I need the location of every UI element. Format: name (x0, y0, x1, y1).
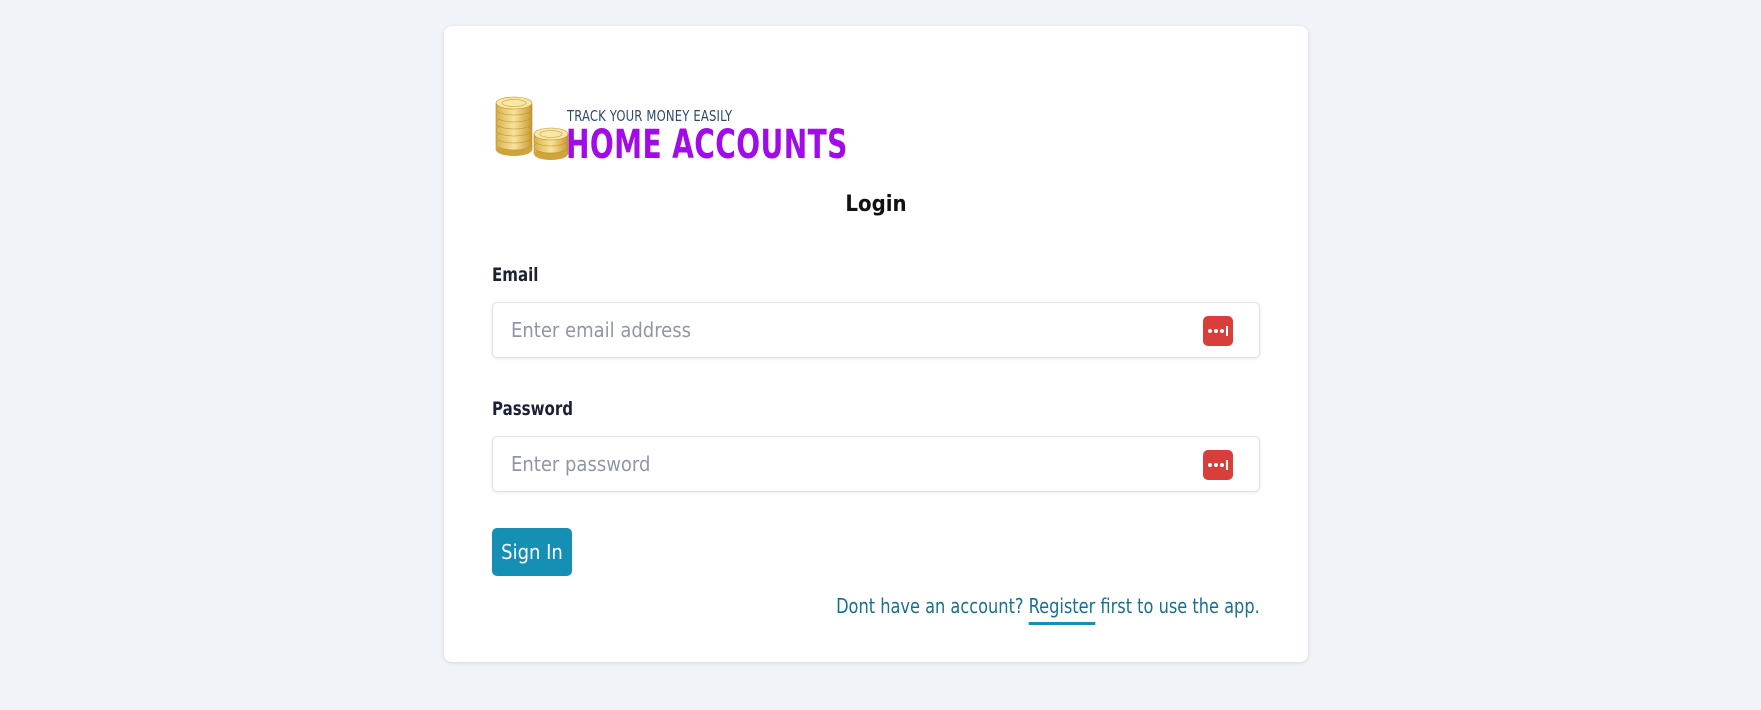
register-suffix-text: first to use the app. (1095, 594, 1260, 618)
register-link[interactable]: Register (1028, 594, 1096, 625)
password-manager-icon[interactable] (1203, 450, 1233, 480)
login-card: TRACK YOUR MONEY EASILY HOME ACCOUNTS Lo… (444, 26, 1308, 662)
email-field[interactable] (493, 303, 1259, 357)
sign-in-button[interactable]: Sign In (492, 528, 572, 576)
page-title: Login (845, 192, 907, 217)
dots-cursor-icon (1208, 460, 1228, 470)
register-prefix-text: Dont have an account? (836, 594, 1029, 618)
app-brand-name: HOME ACCOUNTS (566, 122, 848, 168)
password-label: Password (492, 398, 574, 420)
dots-cursor-icon (1208, 326, 1228, 336)
password-manager-icon[interactable] (1203, 316, 1233, 346)
password-field-container (492, 436, 1260, 492)
password-field[interactable] (493, 437, 1259, 491)
email-field-container (492, 302, 1260, 358)
register-prompt: Dont have an account? Register first to … (836, 594, 1260, 625)
email-label: Email (492, 264, 539, 286)
app-logo: TRACK YOUR MONEY EASILY HOME ACCOUNTS (492, 74, 847, 168)
coins-stack-icon (495, 96, 569, 160)
